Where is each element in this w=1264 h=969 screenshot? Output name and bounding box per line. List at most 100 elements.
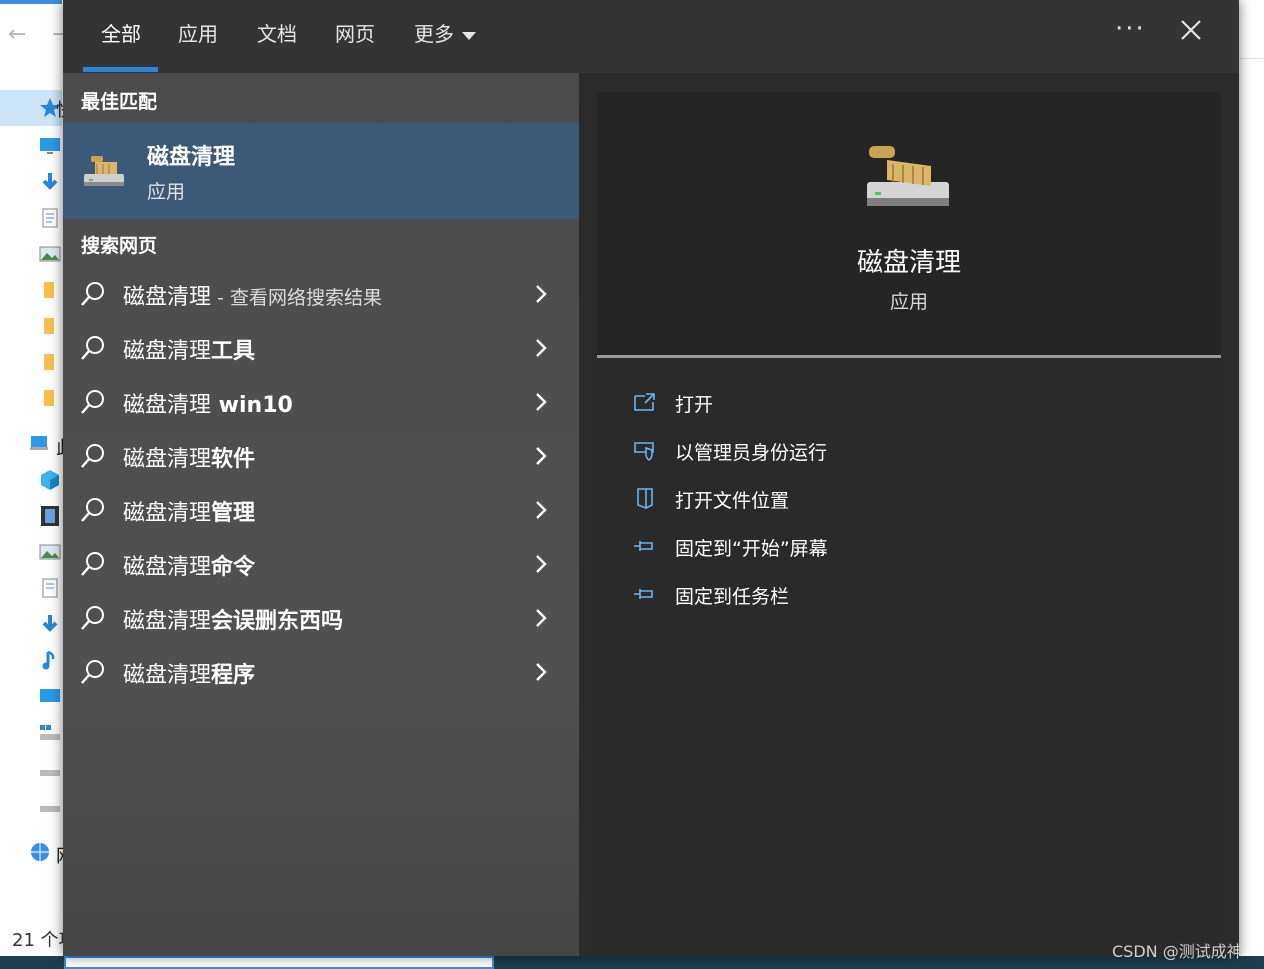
web-suggestion-label: 磁盘清理 win10 [123, 387, 293, 419]
suggestion-completion: 管理 [211, 501, 256, 526]
folder-icon [44, 390, 54, 406]
web-suggestion-label: 磁盘清理软件 [123, 441, 255, 473]
tab-apps[interactable]: 应用 [178, 18, 218, 50]
preview-action-item[interactable]: 固定到任务栏 [631, 576, 1191, 616]
document-icon [42, 578, 58, 598]
tab-documents[interactable]: 文档 [257, 18, 297, 50]
suggestion-query: 磁盘清理 [123, 609, 212, 634]
web-suggestion-label: 磁盘清理程序 [123, 657, 255, 689]
tab-web[interactable]: 网页 [335, 18, 375, 50]
web-suggestion-item[interactable]: 磁盘清理 - 查看网络搜索结果 [63, 267, 579, 321]
open-icon [634, 393, 655, 411]
disk-cleanup-icon [867, 146, 949, 206]
preview-app-name: 磁盘清理 [856, 248, 961, 278]
close-icon[interactable] [1177, 16, 1205, 44]
web-suggestion-label: 磁盘清理管理 [123, 495, 255, 527]
best-match-name: 磁盘清理 [147, 145, 236, 170]
search-icon [81, 660, 104, 684]
pin-icon [634, 541, 653, 551]
preview-action-item[interactable]: 固定到“开始”屏幕 [631, 528, 1191, 568]
suggestion-query: 磁盘清理 [123, 393, 212, 418]
pictures-icon [39, 246, 61, 262]
tab-more[interactable]: 更多 [414, 18, 476, 50]
chevron-right-icon[interactable] [531, 336, 551, 360]
suggestion-query: 磁盘清理 [123, 501, 212, 526]
chevron-right-icon[interactable] [531, 282, 551, 306]
explorer-content-edge [1238, 0, 1264, 969]
best-match-kind: 应用 [147, 181, 186, 203]
folder-icon [44, 318, 54, 334]
preview-action-label: 打开文件位置 [675, 490, 790, 512]
tab-more-label: 更多 [414, 22, 454, 46]
search-icon [81, 552, 104, 576]
search-icon [81, 606, 104, 630]
preview-action-label: 固定到“开始”屏幕 [675, 538, 828, 560]
taskbar [0, 956, 1264, 969]
suggestion-query: 磁盘清理 [123, 447, 212, 472]
suggestion-query: 磁盘清理 [123, 663, 212, 688]
3d-objects-icon [41, 470, 59, 490]
pictures-icon [39, 544, 61, 560]
download-icon [42, 173, 58, 190]
web-suggestion-item[interactable]: 磁盘清理 win10 [63, 375, 579, 429]
web-suggestion-item[interactable]: 磁盘清理命令 [63, 537, 579, 591]
search-icon [81, 444, 104, 468]
search-icon [81, 390, 104, 414]
download-icon [42, 615, 58, 632]
desktop-icon [40, 689, 60, 702]
music-icon [42, 650, 55, 670]
disk-cleanup-icon [84, 156, 124, 186]
chevron-right-icon[interactable] [531, 660, 551, 684]
chevron-right-icon[interactable] [531, 552, 551, 576]
active-tab-indicator [83, 67, 158, 72]
search-icon [81, 336, 104, 360]
video-icon [41, 506, 59, 526]
suggestion-query: 磁盘清理 [123, 285, 212, 310]
pin-icon [634, 589, 653, 599]
preview-action-item[interactable]: 以管理员身份运行 [631, 432, 1191, 472]
preview-action-label: 固定到任务栏 [675, 586, 790, 608]
suggestion-completion: 软件 [211, 447, 256, 472]
web-suggestion-item[interactable]: 磁盘清理程序 [63, 645, 579, 699]
back-arrow-icon[interactable]: ← [8, 22, 26, 47]
chevron-right-icon[interactable] [531, 444, 551, 468]
this-pc-icon [30, 436, 48, 450]
preview-pane: 磁盘清理 应用 打开 以管理员身份运行 打开文件位置 固定到“开始”屏幕 固定到任务栏 [597, 92, 1221, 956]
preview-action-item[interactable]: 打开 [631, 384, 1191, 424]
web-suggestion-item[interactable]: 磁盘清理管理 [63, 483, 579, 537]
taskbar-search-box[interactable] [64, 956, 494, 969]
preview-action-label: 打开 [675, 394, 714, 416]
web-suggestion-label: 磁盘清理命令 [123, 549, 255, 581]
drive-icon [40, 770, 60, 776]
search-flyout: 全部 应用 文档 网页 更多 ··· 最佳匹配 磁盘清理 应用 搜索网页 磁盘清… [63, 0, 1243, 961]
folder-icon [44, 282, 54, 298]
best-match-item[interactable]: 磁盘清理 应用 [63, 123, 579, 219]
web-search-heading: 搜索网页 [81, 235, 158, 257]
web-suggestion-item[interactable]: 磁盘清理软件 [63, 429, 579, 483]
folder-icon [44, 354, 54, 370]
chevron-right-icon[interactable] [531, 498, 551, 522]
preview-action-item[interactable]: 打开文件位置 [631, 480, 1191, 520]
chevron-right-icon[interactable] [531, 390, 551, 414]
web-suggestion-item[interactable]: 磁盘清理会误删东西吗 [63, 591, 579, 645]
web-suggestion-label: 磁盘清理工具 [123, 333, 255, 365]
admin-shield-icon [634, 442, 654, 461]
best-match-heading: 最佳匹配 [81, 91, 158, 113]
drive-icon [40, 806, 60, 812]
chevron-right-icon[interactable] [531, 606, 551, 630]
search-tabs: 全部 应用 文档 网页 更多 ··· [63, 0, 1239, 73]
suggestion-completion: 会误删东西吗 [211, 609, 344, 634]
caret-down-icon [462, 31, 476, 40]
desktop-icon [40, 138, 60, 154]
search-icon [81, 282, 104, 306]
more-options-icon[interactable]: ··· [1115, 14, 1146, 44]
suggestion-completion: 程序 [211, 663, 256, 688]
suggestion-suffix: - 查看网络搜索结果 [211, 287, 382, 309]
document-icon [42, 208, 58, 228]
web-suggestion-item[interactable]: 磁盘清理工具 [63, 321, 579, 375]
web-suggestion-label: 磁盘清理会误删东西吗 [123, 603, 343, 635]
network-icon [31, 843, 49, 861]
windows-drive-icon [40, 725, 60, 740]
preview-divider [597, 355, 1221, 358]
tab-all[interactable]: 全部 [101, 18, 141, 50]
